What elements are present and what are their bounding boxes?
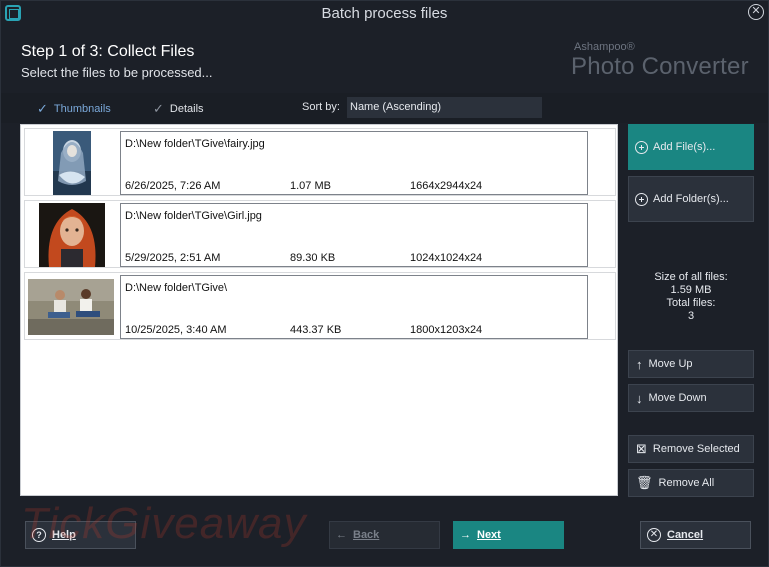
file-thumbnail xyxy=(53,131,91,195)
arrow-right-icon: → xyxy=(460,529,471,541)
file-thumbnail xyxy=(39,203,105,267)
size-value: 1.59 MB xyxy=(670,284,712,296)
sort-by-dropdown[interactable]: Name (Ascending) xyxy=(347,97,542,118)
move-down-button[interactable]: ↓ Move Down xyxy=(628,384,754,412)
add-circle-icon xyxy=(635,192,648,206)
tab-details-label: Details xyxy=(169,103,204,115)
size-label: Size of all files: xyxy=(654,271,728,283)
back-button[interactable]: ← Back xyxy=(329,521,440,549)
add-files-label: Add File(s)... xyxy=(653,141,716,153)
cancel-icon: ✕ xyxy=(647,528,661,542)
file-size: 89.30 KB xyxy=(290,252,336,264)
tab-thumbnails[interactable]: ✓ Thumbnails xyxy=(37,101,111,117)
file-row[interactable]: D:\New folder\TGive\Girl.jpg 5/29/2025, … xyxy=(24,200,616,268)
move-up-button[interactable]: ↑ Move Up xyxy=(628,350,754,378)
file-info: D:\New folder\TGive\Girl.jpg 5/29/2025, … xyxy=(120,203,588,267)
remove-selected-label: Remove Selected xyxy=(652,443,740,455)
remove-all-button[interactable]: 🗑 Remove All xyxy=(628,469,754,497)
total-value: 3 xyxy=(687,310,695,322)
file-path: D:\New folder\TGive\ xyxy=(125,282,228,294)
remove-all-label: Remove All xyxy=(658,477,715,489)
file-size: 443.37 KB xyxy=(290,324,342,336)
check-icon: ✓ xyxy=(153,101,164,116)
arrow-left-icon: ← xyxy=(336,529,347,541)
file-size: 1.07 MB xyxy=(290,180,331,192)
step-subtitle: Select the files to be processed... xyxy=(21,65,213,80)
file-path: D:\New folder\TGive\Girl.jpg xyxy=(125,210,262,222)
arrow-down-icon: ↓ xyxy=(636,390,643,406)
file-dimensions: 1024x1024x24 xyxy=(410,252,483,264)
add-files-button[interactable]: Add File(s)... xyxy=(628,124,754,170)
file-path: D:\New folder\TGive\fairy.jpg xyxy=(125,138,265,150)
file-list[interactable]: D:\New folder\TGive\fairy.jpg 6/26/2025,… xyxy=(20,124,618,496)
file-dimensions: 1800x1203x24 xyxy=(410,324,483,336)
help-icon: ? xyxy=(32,528,46,542)
check-icon: ✓ xyxy=(37,101,48,116)
file-info: D:\New folder\TGive\fairy.jpg 6/26/2025,… xyxy=(120,131,588,195)
remove-selection-icon: ⊠ xyxy=(636,441,647,456)
batch-process-window: Batch process files ✕ Step 1 of 3: Colle… xyxy=(0,0,769,567)
window-title: Batch process files xyxy=(321,5,448,22)
cancel-label: Cancel xyxy=(667,529,704,541)
close-icon: ✕ xyxy=(751,5,761,17)
view-toolbar: ✓ Thumbnails ✓ Details Sort by: Name (As… xyxy=(1,93,768,123)
add-circle-icon xyxy=(635,140,648,154)
brand-small-logo-text: Ashampoo® xyxy=(574,41,635,53)
remove-selected-button[interactable]: ⊠ Remove Selected xyxy=(628,435,754,463)
tab-details[interactable]: ✓ Details xyxy=(153,101,204,117)
cancel-button[interactable]: ✕ Cancel xyxy=(640,521,751,549)
file-row[interactable]: D:\New folder\TGive\ 10/25/2025, 3:40 AM… xyxy=(24,272,616,340)
help-button[interactable]: ? Help xyxy=(25,521,136,549)
file-date: 10/25/2025, 3:40 AM xyxy=(125,324,227,336)
title-bar: Batch process files ✕ xyxy=(1,1,768,27)
sort-by-label: Sort by: xyxy=(302,101,340,113)
help-label: Help xyxy=(52,529,76,541)
step-title: Step 1 of 3: Collect Files xyxy=(21,43,195,60)
tab-thumbnails-label: Thumbnails xyxy=(53,103,111,115)
file-thumbnail xyxy=(28,279,114,335)
file-date: 6/26/2025, 7:26 AM xyxy=(125,180,221,192)
brand-large-logo-text: Photo Converter xyxy=(571,53,749,80)
trash-icon: 🗑 xyxy=(636,475,653,490)
next-button[interactable]: → Next xyxy=(453,521,564,549)
add-folder-button[interactable]: Add Folder(s)... xyxy=(628,176,754,222)
file-row[interactable]: D:\New folder\TGive\fairy.jpg 6/26/2025,… xyxy=(24,128,616,196)
back-label: Back xyxy=(353,529,380,541)
next-label: Next xyxy=(477,529,501,541)
move-up-label: Move Up xyxy=(648,358,693,370)
file-dimensions: 1664x2944x24 xyxy=(410,180,483,192)
file-info: D:\New folder\TGive\ 10/25/2025, 3:40 AM… xyxy=(120,275,588,339)
total-label: Total files: xyxy=(666,297,716,309)
file-date: 5/29/2025, 2:51 AM xyxy=(125,252,221,264)
file-stats: Size of all files: 1.59 MB Total files: … xyxy=(628,271,754,323)
add-folder-label: Add Folder(s)... xyxy=(653,193,729,205)
close-button[interactable]: ✕ xyxy=(748,4,764,20)
arrow-up-icon: ↑ xyxy=(636,356,643,372)
move-down-label: Move Down xyxy=(648,392,707,404)
